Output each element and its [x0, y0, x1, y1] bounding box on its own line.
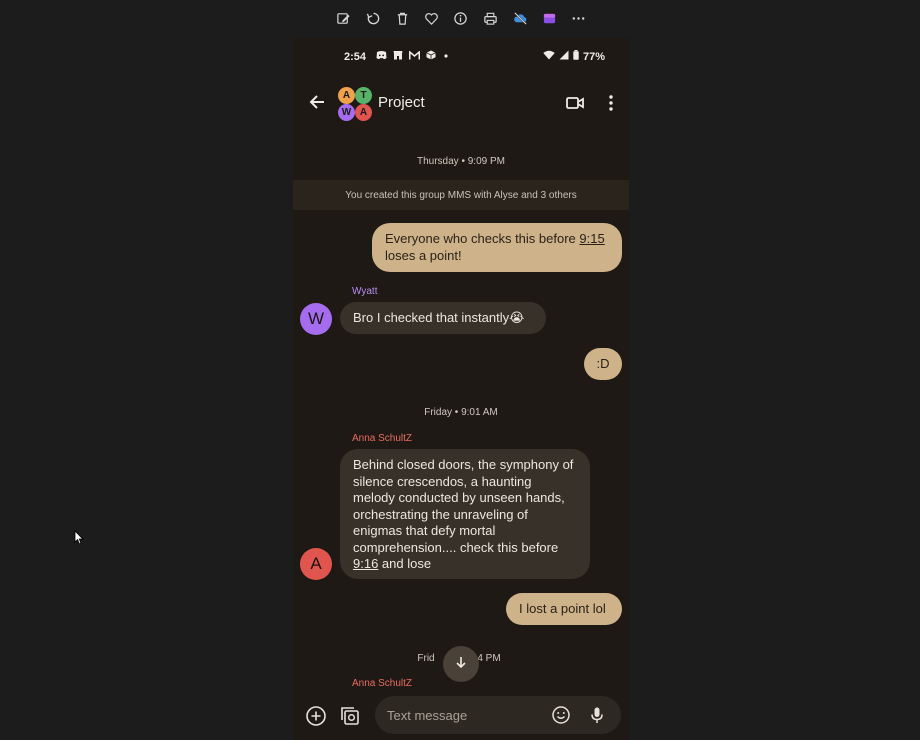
- gmail-icon: [408, 49, 421, 63]
- incoming-message[interactable]: Bro I checked that instantly😭: [340, 302, 546, 334]
- more-vert-icon[interactable]: [601, 93, 621, 113]
- sender-name: Wyatt: [352, 286, 378, 297]
- battery-percent: 77%: [582, 50, 605, 63]
- outgoing-message[interactable]: :D: [584, 348, 622, 380]
- message-input[interactable]: [387, 706, 537, 724]
- wifi-icon: [543, 50, 555, 63]
- sender-name: Anna SchultZ: [352, 433, 413, 444]
- avatar-letter: A: [355, 104, 372, 121]
- delete-icon[interactable]: [393, 9, 411, 27]
- dot-icon: [442, 51, 450, 63]
- mouse-cursor-icon: [74, 530, 84, 550]
- avatar-letter: W: [338, 104, 355, 121]
- date-divider: Friday • 9:01 AM: [424, 407, 498, 418]
- scroll-to-bottom-button[interactable]: [443, 646, 479, 682]
- arrow-down-icon: [454, 655, 468, 674]
- message-list[interactable]: Thursday • 9:09 PM You created this grou…: [293, 126, 629, 696]
- discord-icon: [376, 50, 387, 63]
- add-attachment-icon[interactable]: [305, 705, 327, 727]
- group-avatar[interactable]: A T W A: [338, 87, 372, 121]
- incoming-message[interactable]: Behind closed doors, the symphony of sil…: [340, 449, 590, 579]
- sender-name: Anna SchultZ: [352, 678, 413, 689]
- edit-icon[interactable]: [334, 9, 352, 27]
- print-icon[interactable]: [481, 9, 499, 27]
- battery-icon: [573, 50, 579, 63]
- back-arrow-icon[interactable]: [307, 92, 327, 112]
- date-divider: Thursday • 9:09 PM: [417, 156, 505, 167]
- app-bar: A T W A Project: [293, 80, 629, 126]
- gallery-icon[interactable]: [339, 705, 361, 727]
- status-time: 2:54: [344, 51, 367, 63]
- outgoing-message[interactable]: I lost a point lol: [506, 593, 622, 625]
- system-message: You created this group MMS with Alyse an…: [293, 180, 629, 210]
- time-link[interactable]: 9:15: [579, 231, 604, 246]
- composer-bar: [293, 696, 629, 740]
- info-icon[interactable]: [451, 9, 469, 27]
- favorite-icon[interactable]: [422, 9, 440, 27]
- box-icon: [426, 50, 436, 63]
- cloud-off-icon[interactable]: [511, 9, 529, 27]
- microphone-icon[interactable]: [587, 705, 607, 725]
- outgoing-message[interactable]: Everyone who checks this before 9:15 los…: [372, 223, 622, 272]
- avatar[interactable]: A: [300, 548, 332, 580]
- image-viewer-toolbar: [0, 0, 920, 36]
- time-link[interactable]: 9:16: [353, 556, 378, 571]
- message-field[interactable]: [375, 696, 621, 734]
- video-call-icon[interactable]: [565, 93, 585, 113]
- emoji-icon[interactable]: [551, 705, 571, 725]
- status-bar: 2:54 77%: [293, 38, 629, 76]
- rotate-icon[interactable]: [364, 9, 382, 27]
- conversation-title[interactable]: Project: [378, 94, 425, 111]
- phone-screen: 2:54 77% A T W A Project Thursday • 9:09…: [293, 38, 629, 740]
- more-icon[interactable]: [569, 9, 587, 27]
- avatar-letter: T: [355, 87, 372, 104]
- avatar[interactable]: W: [300, 303, 332, 335]
- clipchamp-icon[interactable]: [540, 9, 558, 27]
- store-icon: [393, 50, 403, 63]
- avatar-letter: A: [338, 87, 355, 104]
- signal-icon: [559, 50, 569, 63]
